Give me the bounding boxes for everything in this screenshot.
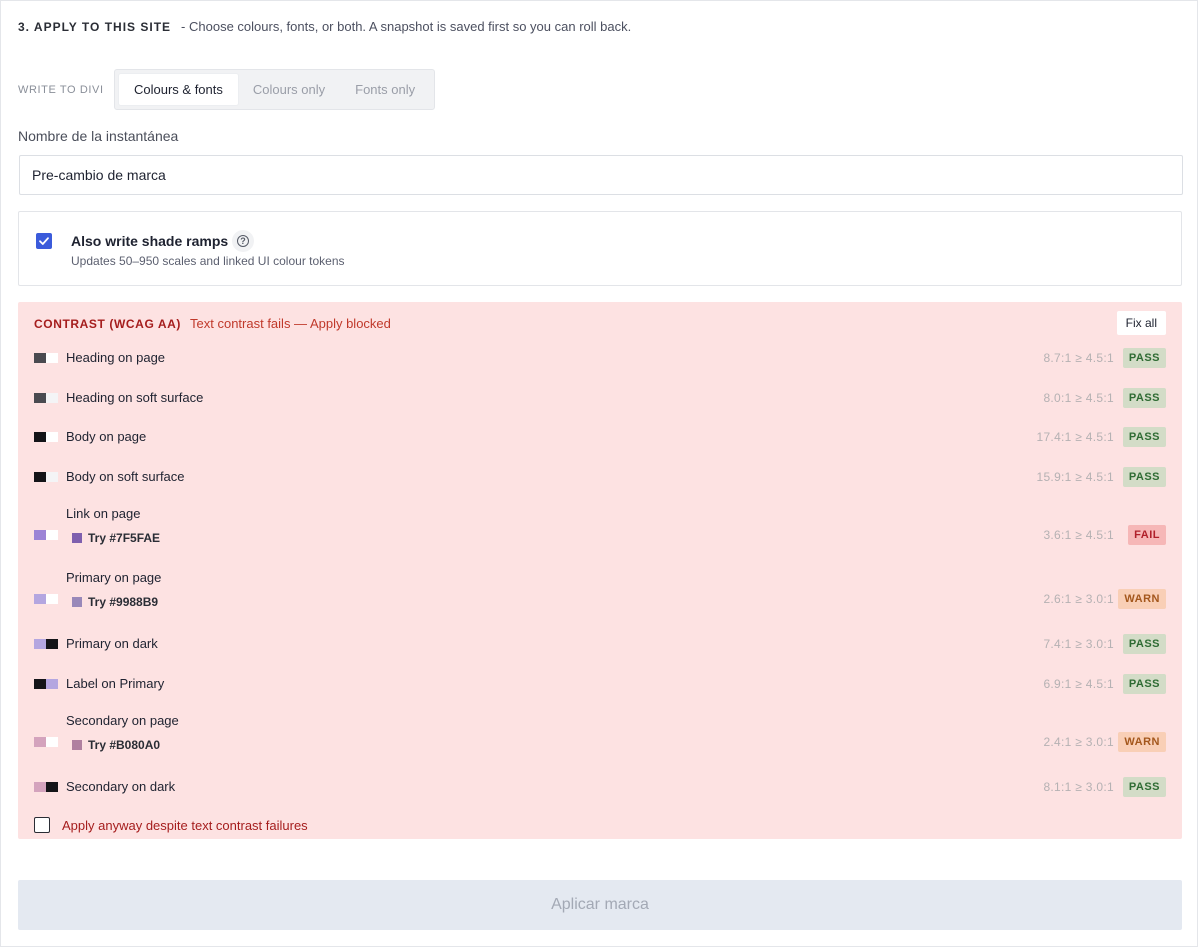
contrast-row: #141418#ffffff Body on page 17.4:1 ≥ 4.5:1…: [18, 424, 1182, 464]
colour-pair-swatch: #141418#f4f4f6: [34, 471, 58, 482]
contrast-ratio: 17.4:1 ≥ 4.5:1: [1036, 430, 1114, 444]
contrast-row-label: Secondary on dark: [66, 779, 176, 794]
contrast-row-label: Body on page: [66, 429, 147, 444]
contrast-ratio: 2.4:1 ≥ 3.0:1: [1043, 735, 1114, 749]
status-badge: PASS: [1122, 348, 1166, 368]
contrast-ratio: 8.0:1 ≥ 4.5:1: [1043, 390, 1114, 405]
contrast-ratio: 8.7:1 ≥ 4.5:1: [1043, 351, 1114, 365]
shade-ramps-title: Also write shade ramps: [71, 233, 229, 249]
contrast-panel: CONTRAST (WCAG AA) Text contrast fails —…: [18, 302, 1182, 839]
contrast-row: #141418#f4f4f6 Body on soft surface 15.9:1…: [18, 464, 1182, 504]
section-description: - Choose colours, fonts, or both. A snap…: [181, 19, 632, 34]
write-mode-row: WRITE TO DIVI Colours & fonts Colours on…: [18, 69, 436, 110]
colour-pair-swatch: #141418#b4a6e0: [34, 678, 58, 689]
apply-anyway-checkbox[interactable]: [34, 817, 50, 833]
try-colour-suggestion[interactable]: #7f5fae Try #7F5FAE: [72, 531, 160, 545]
section-header: 3. APPLY TO THIS SITE - Choose colours, …: [18, 19, 631, 34]
suggested-colour-swatch: #9988b9: [72, 597, 82, 607]
contrast-row-label: Secondary on page: [66, 713, 179, 728]
colour-pair-swatch: #b4a6e0#141418: [34, 639, 58, 649]
fix-all-button[interactable]: Fix all: [1116, 311, 1166, 335]
snapshot-name-label: Nombre de la instantánea: [18, 128, 179, 144]
contrast-row: #9c84d6#ffffff Link on page #7f5fae Try #7F…: [18, 503, 1182, 567]
write-mode-colours-only[interactable]: Colours only: [238, 74, 340, 105]
contrast-row-label: Link on page: [66, 506, 141, 521]
contrast-ratio: 2.6:1 ≥ 3.0:1: [1043, 592, 1114, 606]
shade-ramps-option: Also write shade ramps ? Updates 50–950 …: [18, 211, 1182, 286]
contrast-row: #4a4a50#ffffff Heading on page 8.7:1 ≥ 4.5…: [18, 345, 1182, 385]
contrast-row: #141418#b4a6e0 Label on Primary 6.9:1 ≥ 4.…: [18, 671, 1182, 711]
contrast-row: #d4a3bd#141418 Secondary on dark 8.1:1 ≥ 3…: [18, 774, 1182, 814]
apply-anyway-option[interactable]: Apply anyway despite text contrast failu…: [34, 817, 308, 833]
contrast-ratio: 7.4:1 ≥ 3.0:1: [1043, 637, 1114, 651]
write-mode-fonts-only[interactable]: Fonts only: [340, 74, 430, 105]
contrast-row-label: Primary on dark: [66, 636, 158, 651]
try-colour-suggestion[interactable]: #b080a0 Try #B080A0: [72, 738, 160, 752]
suggested-colour-swatch: #b080a0: [72, 740, 82, 750]
suggested-colour-swatch: #7f5fae: [72, 533, 82, 543]
question-circle-icon[interactable]: ?: [232, 230, 254, 252]
status-badge: FAIL: [1128, 525, 1166, 545]
apply-to-site-panel: 3. APPLY TO THIS SITE - Choose colours, …: [0, 0, 1198, 947]
snapshot-name-input[interactable]: [19, 155, 1183, 195]
colour-pair-swatch: #141418#ffffff: [34, 432, 58, 442]
apply-anyway-label: Apply anyway despite text contrast failu…: [62, 817, 308, 833]
contrast-row: #b4a6e0#141418 Primary on dark 7.4:1 ≥ 3.0…: [18, 631, 1182, 671]
try-colour-suggestion[interactable]: #9988b9 Try #9988B9: [72, 595, 158, 609]
status-badge: WARN: [1118, 589, 1166, 609]
shade-ramps-subtitle: Updates 50–950 scales and linked UI colo…: [71, 254, 345, 268]
shade-ramps-checkbox[interactable]: [36, 233, 52, 249]
status-badge: PASS: [1122, 777, 1166, 797]
try-colour-label: Try #B080A0: [88, 738, 161, 752]
status-badge: WARN: [1118, 732, 1166, 752]
write-mode-label: WRITE TO DIVI: [18, 83, 104, 96]
contrast-ratio: 3.6:1 ≥ 4.5:1: [1043, 528, 1114, 542]
colour-pair-swatch: #4a4a50#f4f4f6: [34, 392, 58, 403]
contrast-row: #b4a6e0#ffffff Primary on page #9988b9 Try …: [18, 567, 1182, 631]
status-badge: PASS: [1122, 466, 1166, 487]
contrast-status: Text contrast fails — Apply blocked: [190, 316, 391, 331]
checkmark-icon: [39, 237, 49, 245]
contrast-row-label: Heading on page: [66, 350, 166, 365]
status-badge: PASS: [1122, 387, 1166, 408]
contrast-row-label: Primary on page: [66, 570, 162, 585]
colour-pair-swatch: #4a4a50#ffffff: [34, 353, 58, 363]
contrast-row-label: Heading on soft surface: [66, 389, 204, 405]
contrast-row: #4a4a50#f4f4f6 Heading on soft surface 8.0…: [18, 385, 1182, 425]
colour-pair-swatch: #d4a3bd#141418: [34, 782, 58, 792]
colour-pair-swatch: #d4a3bd#ffffff: [34, 737, 58, 747]
write-mode-segmented-control: Colours & fonts Colours only Fonts only: [114, 69, 436, 110]
contrast-row-label: Body on soft surface: [66, 468, 185, 484]
status-badge: PASS: [1122, 427, 1166, 447]
contrast-row: #d4a3bd#ffffff Secondary on page #b080a0 Tr…: [18, 710, 1182, 774]
apply-brand-button[interactable]: Aplicar marca: [18, 880, 1182, 930]
contrast-ratio: 8.1:1 ≥ 3.0:1: [1043, 780, 1114, 794]
status-badge: PASS: [1122, 634, 1166, 654]
try-colour-label: Try #9988B9: [88, 595, 159, 609]
contrast-title: CONTRAST (WCAG AA): [34, 317, 182, 331]
contrast-row-label: Label on Primary: [66, 675, 165, 691]
colour-pair-swatch: #b4a6e0#ffffff: [34, 594, 58, 604]
write-mode-colours-and-fonts[interactable]: Colours & fonts: [119, 74, 238, 105]
section-title: 3. APPLY TO THIS SITE: [18, 20, 172, 34]
contrast-ratio: 6.9:1 ≥ 4.5:1: [1043, 676, 1114, 691]
status-badge: PASS: [1122, 673, 1166, 694]
contrast-ratio: 15.9:1 ≥ 4.5:1: [1036, 469, 1114, 484]
try-colour-label: Try #7F5FAE: [88, 531, 161, 545]
colour-pair-swatch: #9c84d6#ffffff: [34, 530, 58, 540]
contrast-header: CONTRAST (WCAG AA) Text contrast fails —…: [34, 316, 391, 331]
